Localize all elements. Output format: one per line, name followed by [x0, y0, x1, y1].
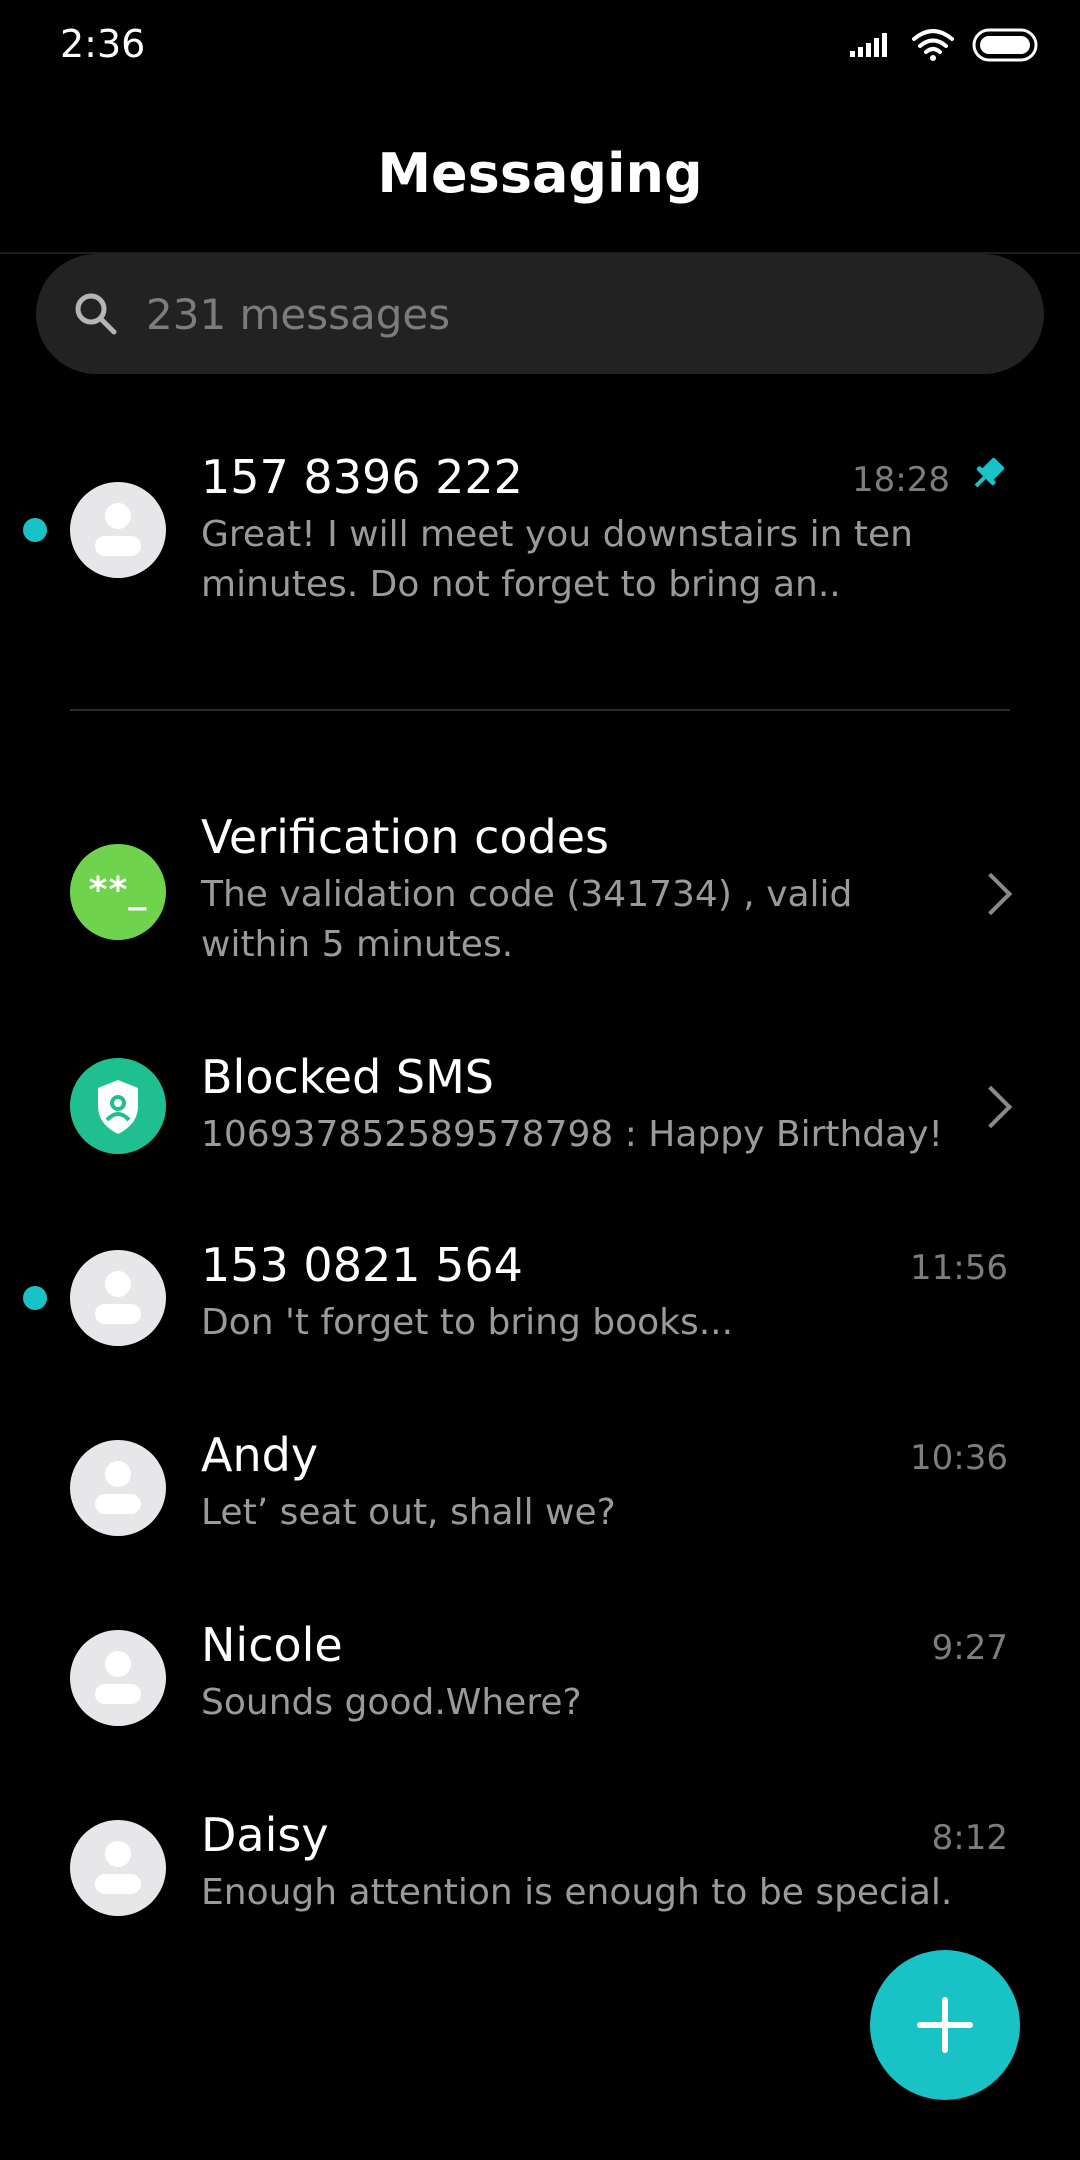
search-input[interactable] — [146, 254, 1006, 374]
person-avatar-icon — [70, 1630, 166, 1726]
conversation-name: Daisy — [201, 1808, 329, 1862]
verification-code-icon-text: **_ — [88, 870, 148, 911]
conversation-preview: Enough attention is enough to be special… — [201, 1872, 953, 1913]
new-message-button[interactable] — [870, 1950, 1020, 2100]
conversation-preview: The validation code (341734) , valid wit… — [201, 874, 853, 965]
conversation-row[interactable]: 153 0821 564 11:56 Don 't forget to brin… — [0, 1228, 1080, 1378]
conversation-preview: Let’ seat out, shall we? — [201, 1492, 616, 1533]
conversation-time: 9:27 — [931, 1628, 1008, 1668]
unread-dot — [23, 518, 47, 542]
conversation-row[interactable]: Andy 10:36 Let’ seat out, shall we? — [0, 1418, 1080, 1568]
shield-icon — [70, 1058, 166, 1154]
status-time: 2:36 — [60, 22, 146, 66]
blocked-sms-row[interactable]: Blocked SMS 106937852589578798 : Happy B… — [0, 1040, 1080, 1190]
conversation-time: 8:12 — [931, 1818, 1008, 1858]
divider — [70, 709, 1010, 711]
conversation-name: 153 0821 564 — [201, 1238, 523, 1292]
conversation-name: Andy — [201, 1428, 319, 1482]
wifi-icon — [912, 29, 954, 61]
conversation-name: Verification codes — [201, 810, 609, 864]
chevron-right-icon — [969, 872, 1013, 916]
verification-code-icon: **_ — [70, 844, 166, 940]
search-bar[interactable] — [36, 254, 1044, 374]
person-avatar-icon — [70, 1820, 166, 1916]
search-icon — [75, 293, 117, 335]
battery-icon — [972, 28, 1038, 62]
conversation-row[interactable]: Daisy 8:12 Enough attention is enough to… — [0, 1798, 1080, 1948]
person-avatar-icon — [70, 1440, 166, 1536]
status-icons — [850, 28, 1040, 62]
person-avatar-icon — [70, 482, 166, 578]
conversation-time: 10:36 — [910, 1438, 1008, 1478]
pin-icon[interactable] — [968, 454, 1008, 494]
conversation-name: Nicole — [201, 1618, 343, 1672]
conversation-preview: Great! I will meet you downstairs in ten… — [201, 514, 913, 605]
conversation-time: 11:56 — [910, 1248, 1008, 1288]
conversation-name: Blocked SMS — [201, 1050, 494, 1104]
status-bar: 2:36 — [0, 0, 1080, 96]
page-title: Messaging — [377, 142, 703, 205]
conversation-row[interactable]: 157 8396 222 18:28 Great! I will meet yo… — [0, 430, 1080, 630]
conversation-name: 157 8396 222 — [201, 450, 523, 504]
person-avatar-icon — [70, 1250, 166, 1346]
conversation-time: 18:28 — [852, 460, 950, 500]
app-header: Messaging — [0, 96, 1080, 254]
conversation-preview: 106937852589578798 : Happy Birthday! — [201, 1114, 943, 1155]
conversation-preview: Don 't forget to bring books... — [201, 1302, 734, 1343]
verification-codes-row[interactable]: **_ Verification codes The validation co… — [0, 800, 1080, 990]
unread-dot — [23, 1286, 47, 1310]
signal-icon — [850, 33, 887, 57]
conversation-row[interactable]: Nicole 9:27 Sounds good.Where? — [0, 1608, 1080, 1758]
conversation-preview: Sounds good.Where? — [201, 1682, 582, 1723]
